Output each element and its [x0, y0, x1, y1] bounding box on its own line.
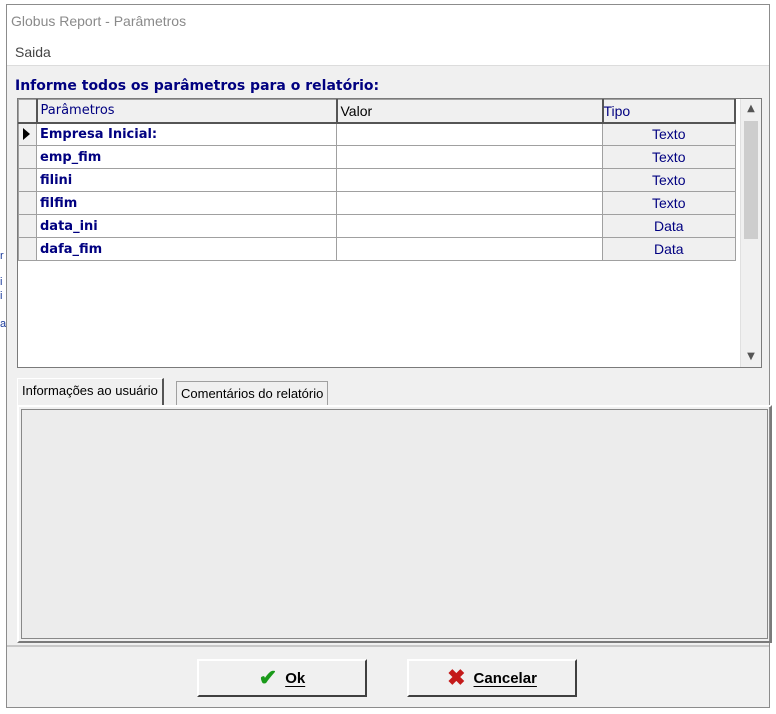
table-row[interactable]: filini Texto — [18, 168, 736, 192]
param-value-input[interactable] — [336, 122, 603, 146]
table-row[interactable]: data_ini Data — [18, 214, 736, 238]
param-type-cell: Data — [602, 237, 736, 261]
column-header-valor[interactable]: Valor — [336, 99, 604, 124]
tab-panel — [17, 405, 772, 643]
param-name-cell: filfim — [36, 191, 337, 215]
row-indicator — [18, 145, 37, 169]
scroll-down-icon[interactable]: ▼ — [741, 347, 761, 367]
tab-informacoes-usuario[interactable]: Informações ao usuário — [17, 378, 164, 406]
param-type-cell: Data — [602, 214, 736, 238]
table-row[interactable]: emp_fim Texto — [18, 145, 736, 169]
param-name-cell: emp_fim — [36, 145, 337, 169]
param-type-cell: Texto — [602, 122, 736, 146]
table-header-row: Parâmetros Valor Tipo — [18, 99, 736, 124]
param-value-input[interactable] — [336, 145, 603, 169]
title-bar: Globus Report - Parâmetros — [7, 5, 769, 37]
grid-vertical-scrollbar[interactable]: ▲ ▼ — [740, 99, 761, 367]
param-name-cell: dafa_fim — [36, 237, 337, 261]
parameters-grid: Parâmetros Valor Tipo Empresa Inicial: T… — [17, 98, 762, 368]
table-row[interactable]: filfim Texto — [18, 191, 736, 215]
ok-button-label: Ok — [285, 669, 306, 687]
parameters-dialog: Globus Report - Parâmetros Saida Informe… — [6, 4, 772, 709]
param-value-input[interactable] — [336, 237, 603, 261]
x-icon: ✖ — [447, 665, 466, 690]
table-row[interactable]: dafa_fim Data — [18, 237, 736, 261]
param-value-input[interactable] — [336, 191, 603, 215]
header-indicator-cell — [18, 99, 38, 124]
menu-bar: Saida — [7, 37, 769, 66]
param-name-cell: Empresa Inicial: — [36, 122, 337, 146]
ok-button[interactable]: ✔ Ok — [197, 659, 367, 697]
table-row[interactable]: Empresa Inicial: Texto — [18, 122, 736, 146]
tab-comentarios-relatorio[interactable]: Comentários do relatório — [176, 381, 329, 406]
param-type-cell: Texto — [602, 145, 736, 169]
param-name-cell: filini — [36, 168, 337, 192]
check-icon: ✔ — [258, 665, 278, 690]
button-bar: ✔ Ok ✖ Cancelar — [7, 645, 769, 709]
row-indicator — [18, 237, 37, 261]
background-fragment: i — [0, 290, 3, 302]
cancel-button-label: Cancelar — [473, 669, 537, 687]
row-indicator — [18, 122, 37, 146]
param-name-cell: data_ini — [36, 214, 337, 238]
param-type-cell: Texto — [602, 168, 736, 192]
row-indicator — [18, 191, 37, 215]
scrollbar-thumb[interactable] — [744, 121, 758, 239]
window-title: Globus Report - Parâmetros — [11, 13, 187, 29]
row-pointer-icon — [23, 127, 30, 140]
param-type-cell: Texto — [602, 191, 736, 215]
user-info-textarea[interactable] — [21, 409, 768, 639]
parameters-table: Parâmetros Valor Tipo Empresa Inicial: T… — [18, 99, 736, 261]
background-fragment: r — [0, 250, 4, 262]
menu-item-saida[interactable]: Saida — [15, 44, 51, 60]
parameters-prompt: Informe todos os parâmetros para o relat… — [15, 78, 380, 94]
background-fragment: i — [0, 276, 3, 288]
scroll-up-icon[interactable]: ▲ — [741, 99, 761, 119]
column-header-parametros[interactable]: Parâmetros — [36, 99, 338, 124]
row-indicator — [18, 214, 37, 238]
param-value-input[interactable] — [336, 214, 603, 238]
row-indicator — [18, 168, 37, 192]
param-value-input[interactable] — [336, 168, 603, 192]
column-header-tipo[interactable]: Tipo — [602, 99, 736, 124]
cancel-button[interactable]: ✖ Cancelar — [407, 659, 577, 697]
